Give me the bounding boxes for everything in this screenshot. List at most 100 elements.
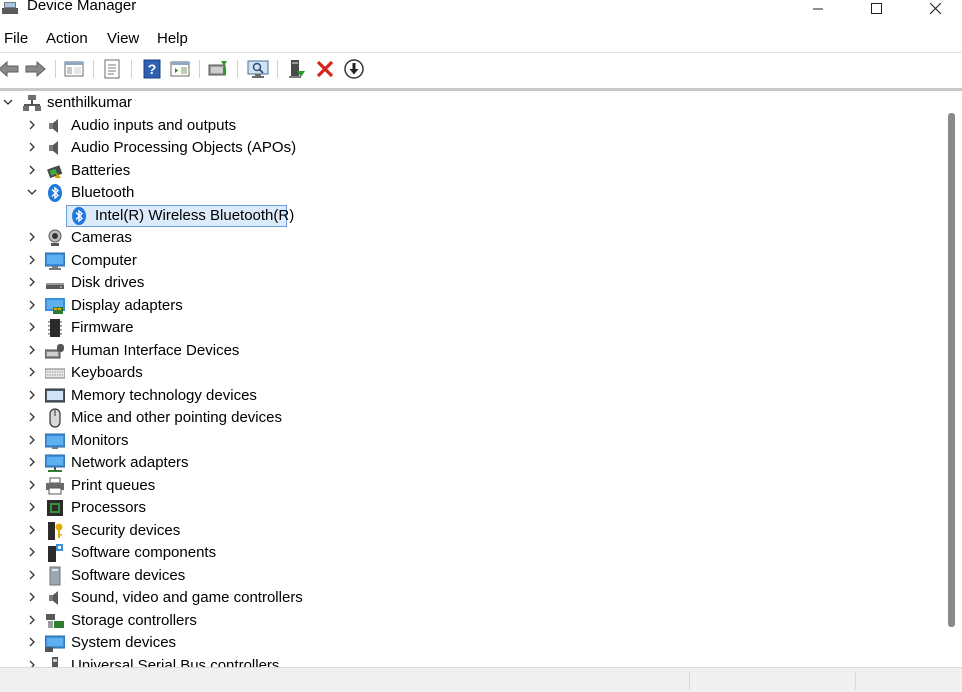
- forward-icon[interactable]: [24, 58, 46, 80]
- chevron-right-icon[interactable]: [26, 320, 38, 334]
- menu-view[interactable]: View: [107, 30, 139, 47]
- category-usb-controllers[interactable]: Universal Serial Bus controllers: [0, 655, 942, 667]
- minimize-button[interactable]: [795, 0, 841, 18]
- storage-controller-icon: [46, 614, 64, 628]
- properties-icon[interactable]: [101, 58, 123, 80]
- category-cameras[interactable]: Cameras: [0, 227, 942, 249]
- bluetooth-icon: [48, 184, 62, 202]
- chevron-right-icon[interactable]: [26, 433, 38, 447]
- category-audio-inputs-outputs[interactable]: Audio inputs and outputs: [0, 115, 942, 137]
- chevron-right-icon[interactable]: [26, 118, 38, 132]
- category-label: Computer: [71, 252, 137, 269]
- chevron-right-icon[interactable]: [26, 298, 38, 312]
- category-computer[interactable]: Computer: [0, 250, 942, 272]
- category-network-adapters[interactable]: Network adapters: [0, 452, 942, 474]
- category-label: Cameras: [71, 229, 132, 246]
- category-memory-technology-devices[interactable]: Memory technology devices: [0, 385, 942, 407]
- menu-help[interactable]: Help: [157, 30, 188, 47]
- chevron-right-icon[interactable]: [26, 253, 38, 267]
- software-component-icon: [48, 544, 63, 562]
- network-adapter-icon: [45, 454, 65, 472]
- processor-icon: [47, 500, 63, 516]
- close-button[interactable]: [912, 0, 958, 18]
- category-label: Software devices: [71, 567, 186, 584]
- category-storage-controllers[interactable]: Storage controllers: [0, 610, 942, 632]
- show-hide-console-tree-icon[interactable]: [63, 58, 85, 80]
- toolbar: ?: [0, 52, 962, 85]
- disk-drive-icon: [46, 283, 64, 289]
- category-human-interface-devices[interactable]: Human Interface Devices: [0, 340, 942, 362]
- chevron-right-icon[interactable]: [26, 275, 38, 289]
- show-action-pane-icon[interactable]: [169, 58, 191, 80]
- device-label: Intel(R) Wireless Bluetooth(R): [95, 207, 295, 224]
- camera-icon: [48, 229, 62, 246]
- chevron-right-icon[interactable]: [26, 230, 38, 244]
- security-device-icon: [48, 522, 63, 540]
- update-driver-icon[interactable]: [207, 58, 229, 80]
- chevron-down-icon[interactable]: [26, 185, 38, 199]
- computer-icon: [45, 252, 65, 270]
- chevron-right-icon[interactable]: [26, 410, 38, 424]
- category-label: Security devices: [71, 522, 181, 539]
- chevron-right-icon[interactable]: [26, 658, 38, 667]
- chevron-right-icon[interactable]: [26, 343, 38, 357]
- device-intel-wireless-bluetooth[interactable]: Intel(R) Wireless Bluetooth(R): [0, 205, 942, 227]
- category-bluetooth[interactable]: Bluetooth: [0, 182, 942, 204]
- category-security-devices[interactable]: Security devices: [0, 520, 942, 542]
- menu-file[interactable]: File: [4, 30, 28, 47]
- speaker-icon: [49, 591, 58, 605]
- category-label: Processors: [71, 499, 147, 516]
- chevron-right-icon[interactable]: [26, 635, 38, 649]
- category-keyboards[interactable]: Keyboards: [0, 362, 942, 384]
- menu-action[interactable]: Action: [46, 30, 88, 47]
- category-label: System devices: [71, 634, 177, 651]
- chevron-right-icon[interactable]: [26, 163, 38, 177]
- category-batteries[interactable]: Batteries: [0, 160, 942, 182]
- vertical-scrollbar[interactable]: [942, 91, 962, 667]
- monitor-icon: [45, 433, 65, 449]
- status-bar: [0, 667, 962, 692]
- scan-hardware-changes-icon[interactable]: [247, 58, 269, 80]
- maximize-icon: [871, 3, 882, 14]
- chevron-right-icon[interactable]: [26, 388, 38, 402]
- back-icon[interactable]: [0, 58, 20, 80]
- category-audio-processing-objects[interactable]: Audio Processing Objects (APOs): [0, 137, 942, 159]
- chevron-right-icon[interactable]: [26, 365, 38, 379]
- category-software-components[interactable]: Software components: [0, 542, 942, 564]
- chevron-right-icon[interactable]: [26, 500, 38, 514]
- keyboard-icon: [45, 368, 65, 379]
- category-mice-pointing-devices[interactable]: Mice and other pointing devices: [0, 407, 942, 429]
- category-disk-drives[interactable]: Disk drives: [0, 272, 942, 294]
- category-processors[interactable]: Processors: [0, 497, 942, 519]
- scrollbar-thumb[interactable]: [948, 113, 955, 627]
- device-manager-icon: [2, 1, 18, 14]
- category-label: Print queues: [71, 477, 156, 494]
- usb-icon: [52, 657, 58, 667]
- category-monitors[interactable]: Monitors: [0, 430, 942, 452]
- bluetooth-icon: [72, 207, 86, 225]
- category-display-adapters[interactable]: Display adapters: [0, 295, 942, 317]
- category-system-devices[interactable]: System devices: [0, 632, 942, 654]
- chevron-right-icon[interactable]: [26, 455, 38, 469]
- chevron-right-icon[interactable]: [26, 613, 38, 627]
- uninstall-device-icon[interactable]: [314, 58, 336, 80]
- chevron-right-icon[interactable]: [26, 140, 38, 154]
- add-legacy-hardware-icon[interactable]: [286, 58, 308, 80]
- category-label: Mice and other pointing devices: [71, 409, 282, 426]
- tree-root[interactable]: senthilkumar: [0, 92, 942, 114]
- category-software-devices[interactable]: Software devices: [0, 565, 942, 587]
- category-sound-video-game-controllers[interactable]: Sound, video and game controllers: [0, 587, 942, 609]
- chevron-right-icon[interactable]: [26, 545, 38, 559]
- maximize-button[interactable]: [853, 0, 899, 18]
- chevron-right-icon[interactable]: [26, 523, 38, 537]
- chevron-down-icon[interactable]: [2, 95, 14, 109]
- chevron-right-icon[interactable]: [26, 478, 38, 492]
- chevron-right-icon[interactable]: [26, 568, 38, 582]
- speaker-icon: [49, 119, 58, 133]
- chevron-right-icon[interactable]: [26, 590, 38, 604]
- category-label: Memory technology devices: [71, 387, 257, 404]
- help-icon[interactable]: ?: [141, 58, 163, 80]
- disable-device-icon[interactable]: [343, 58, 365, 80]
- category-firmware[interactable]: Firmware: [0, 317, 942, 339]
- category-print-queues[interactable]: Print queues: [0, 475, 942, 497]
